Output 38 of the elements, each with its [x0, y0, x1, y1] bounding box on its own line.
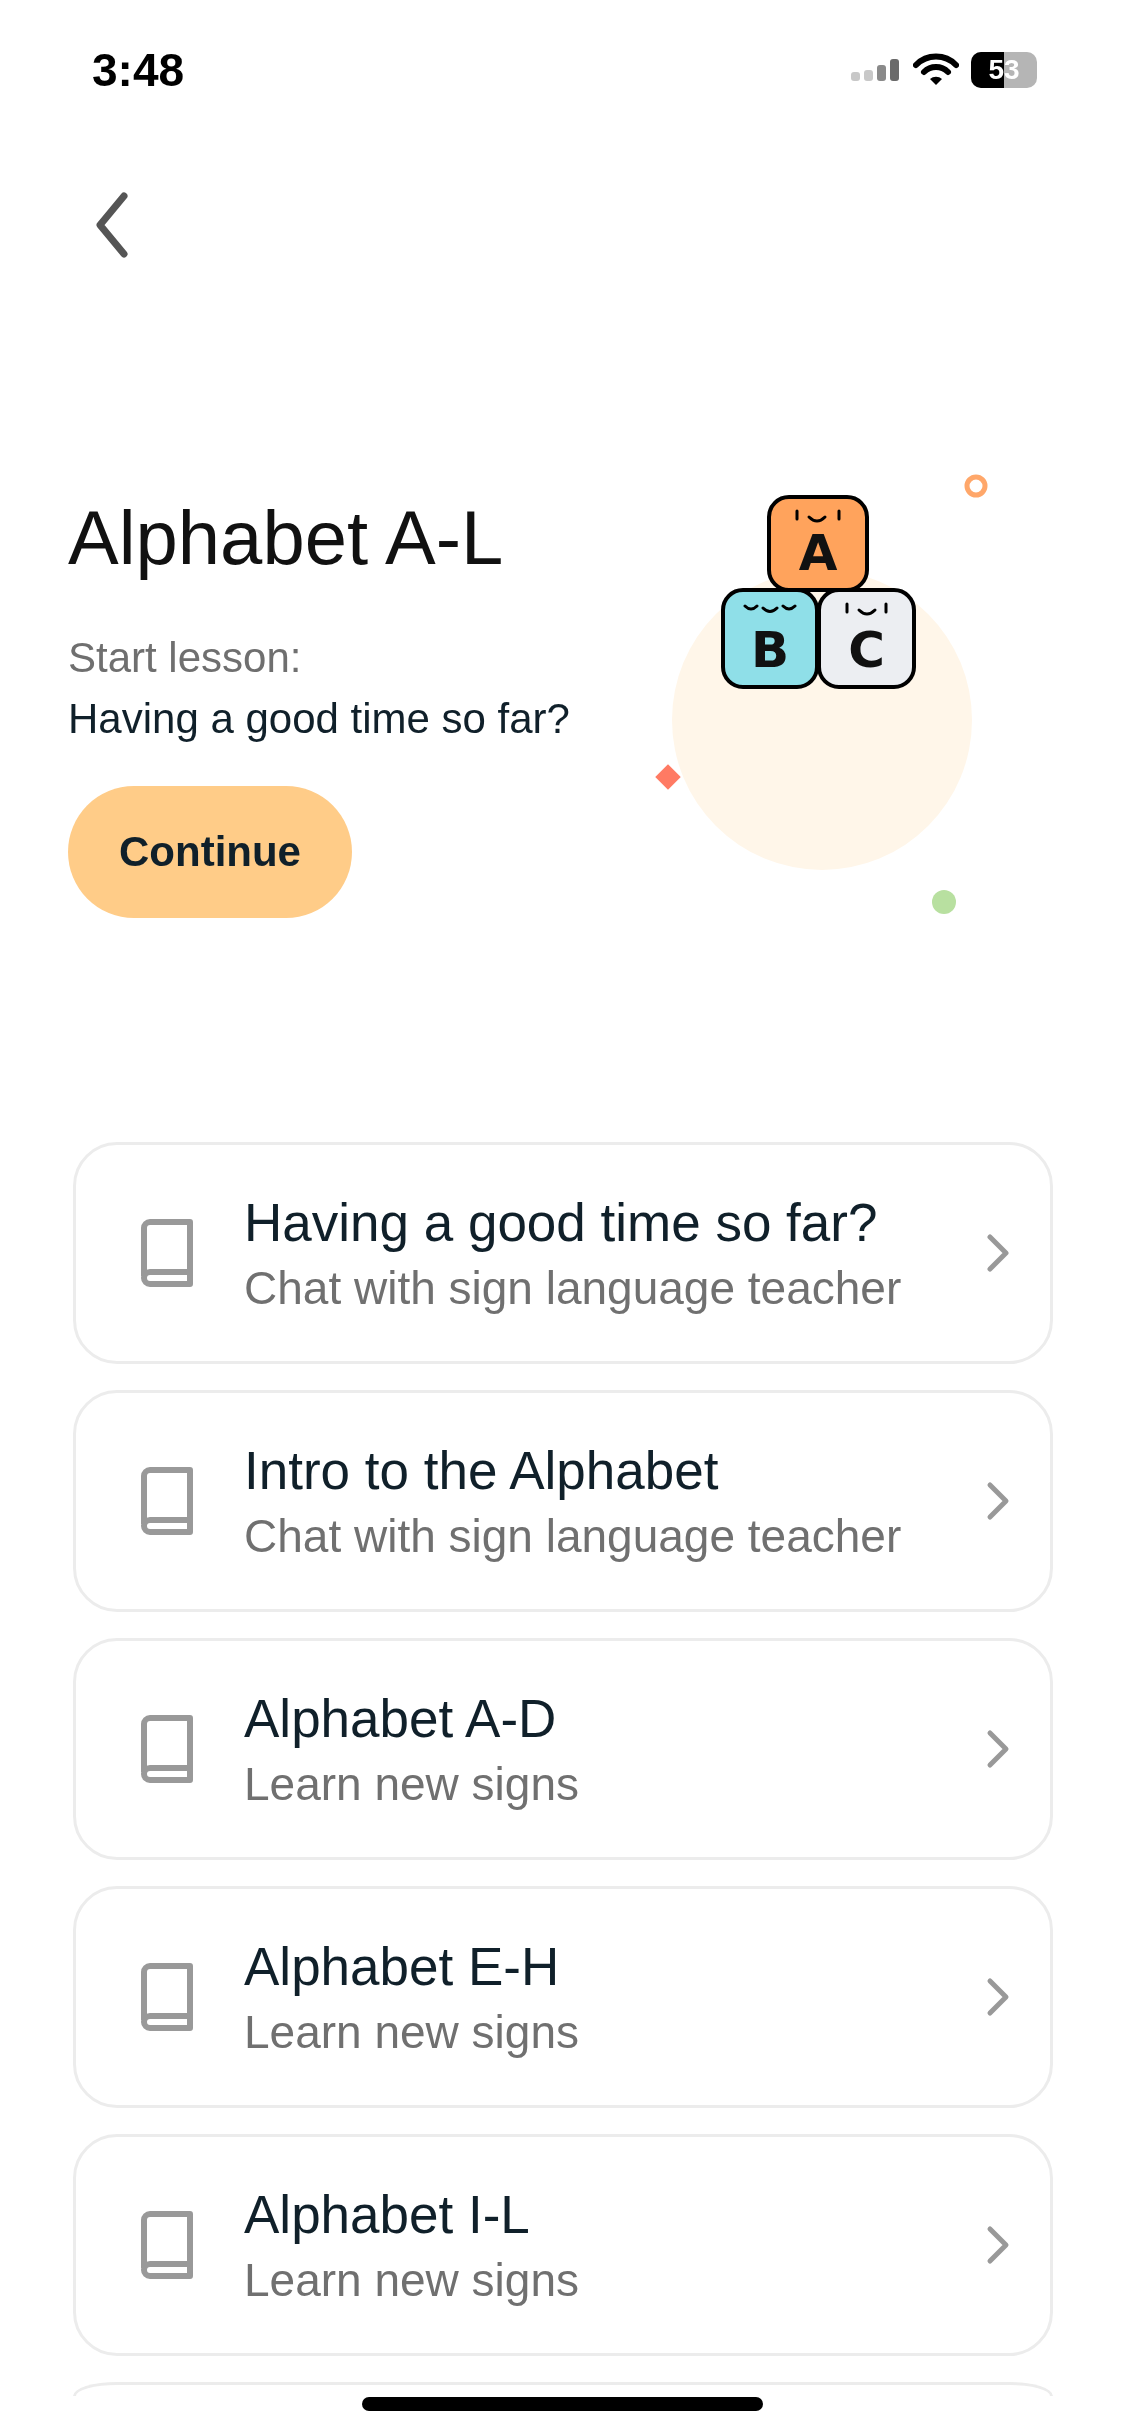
chevron-icon: [986, 1233, 1010, 1273]
battery-icon: 53: [971, 52, 1037, 88]
chevron-icon: [986, 2225, 1010, 2265]
lesson-name: Intro to the Alphabet: [244, 1439, 720, 1501]
lesson-card[interactable]: Alphabet A-D Learn new signs: [73, 1638, 1053, 1860]
ring-icon: [964, 474, 988, 498]
lesson-card[interactable]: Having a good time so far? Chat with sign language teacher: [73, 1142, 1053, 1364]
book-icon: [138, 1466, 196, 1536]
chevron-icon: [986, 1729, 1010, 1769]
lesson-subtitle: Chat with sign language teacher: [244, 1508, 903, 1563]
lesson-caption: Start lesson:: [68, 633, 303, 684]
book-icon: [138, 1218, 196, 1288]
lesson-card[interactable]: Intro to the Alphabet Chat with sign language teacher: [73, 1390, 1053, 1612]
letter-block: A: [767, 495, 869, 592]
status-time: 3:48: [92, 43, 185, 97]
wifi-icon: [913, 53, 959, 87]
chevron-icon: [986, 1481, 1010, 1521]
lesson-name: Alphabet E-H: [244, 1935, 561, 1997]
letter-block: B: [721, 588, 819, 689]
dot-icon: [932, 890, 956, 914]
lesson-subtitle: Learn new signs: [244, 2004, 580, 2059]
lesson-name: Alphabet A-D: [244, 1687, 558, 1749]
signal-icon: [851, 58, 901, 82]
book-icon: [138, 2210, 196, 2280]
book-icon: [138, 1714, 196, 1784]
lesson-name: Having a good time so far?: [244, 1191, 879, 1253]
letter-block: C: [817, 588, 916, 689]
lesson-card[interactable]: Alphabet E-H Learn new signs: [73, 1886, 1053, 2108]
lesson-subtitle: Learn new signs: [244, 1756, 580, 1811]
continue-button[interactable]: Continue: [68, 786, 352, 919]
lesson-name: Alphabet I-L: [244, 2183, 531, 2245]
chevron-icon: [986, 1977, 1010, 2017]
lesson-subtitle: Learn new signs: [244, 2252, 580, 2307]
lesson-title: Alphabet A-L: [68, 494, 505, 582]
lesson-subtitle: Chat with sign language teacher: [244, 1260, 903, 1315]
next-lesson-text: Having a good time so far?: [68, 693, 571, 744]
book-icon: [138, 1962, 196, 2032]
lesson-card[interactable]: Alphabet I-L Learn new signs: [73, 2134, 1053, 2356]
